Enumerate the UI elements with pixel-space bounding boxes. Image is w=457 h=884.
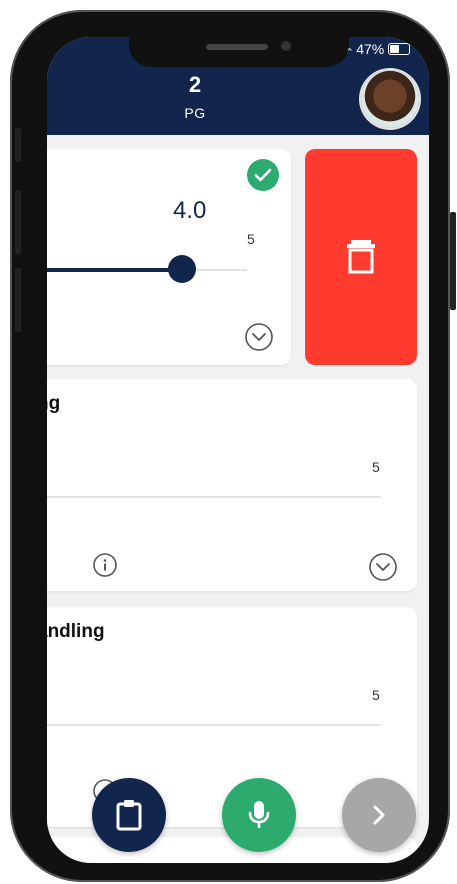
player-number: 2	[188, 72, 202, 97]
battery-icon	[388, 43, 411, 55]
rating-max-label: 5	[372, 687, 380, 703]
app-screen: .. ⌁ 47% 2 PG 4.0 5	[47, 37, 429, 863]
battery-percent: 47%	[356, 41, 385, 57]
phone-volume-down-button	[15, 268, 21, 332]
check-icon	[247, 159, 279, 191]
phone-notch	[129, 37, 349, 67]
rating-value: 4.0	[173, 197, 207, 224]
info-icon[interactable]	[93, 553, 117, 577]
player-header: .. ⌁ 47% 2 PG	[47, 37, 429, 135]
rating-card-title: andling	[47, 621, 105, 642]
slider-fill	[47, 268, 177, 272]
rating-card[interactable]: 4.0 5	[47, 149, 291, 365]
microphone-button[interactable]	[222, 778, 296, 852]
avatar[interactable]	[361, 70, 419, 128]
phone-volume-up-button	[15, 190, 21, 254]
chevron-down-icon[interactable]	[245, 323, 273, 351]
delete-button[interactable]	[305, 149, 417, 365]
clipboard-button[interactable]	[92, 778, 166, 852]
phone-camera	[281, 41, 291, 51]
rating-slider[interactable]	[47, 496, 381, 498]
slider-thumb[interactable]	[168, 255, 196, 283]
chevron-right-icon	[373, 805, 385, 825]
rating-max-label: 5	[372, 459, 380, 475]
microphone-icon	[248, 801, 270, 828]
status-bar-right: ⌁ 47%	[345, 41, 411, 57]
clipboard-icon	[116, 800, 142, 831]
chevron-down-icon[interactable]	[369, 553, 397, 581]
rating-slider[interactable]	[47, 724, 381, 726]
rating-card-title: ng	[47, 393, 61, 414]
next-button[interactable]	[342, 778, 416, 852]
phone-side-button	[15, 128, 21, 162]
trash-icon	[347, 240, 375, 274]
phone-power-button	[450, 212, 456, 310]
status-bar-left: ..	[53, 40, 60, 54]
player-position: PG	[184, 105, 206, 121]
rating-max-label: 5	[247, 231, 255, 247]
rating-card[interactable]: ng 5	[47, 379, 417, 591]
phone-speaker	[206, 44, 268, 50]
